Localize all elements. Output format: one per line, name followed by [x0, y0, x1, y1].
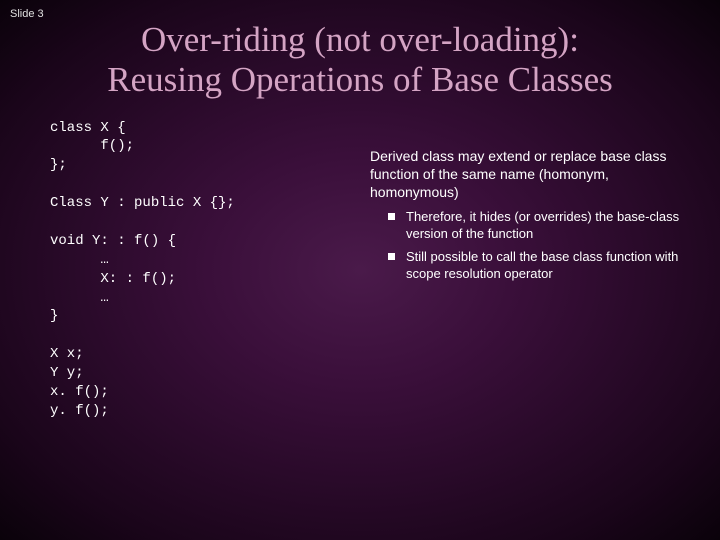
list-item: Therefore, it hides (or overrides) the b… [388, 209, 690, 243]
slide-title: Over-riding (not over-loading): Reusing … [0, 0, 720, 119]
content-area: class X { f(); }; Class Y : public X {};… [0, 119, 720, 421]
list-item: Still possible to call the base class fu… [388, 249, 690, 283]
title-line-2: Reusing Operations of Base Classes [107, 60, 612, 99]
square-bullet-icon [388, 213, 395, 220]
bullet-text: Therefore, it hides (or overrides) the b… [406, 209, 679, 241]
explanation: Derived class may extend or replace base… [370, 119, 690, 421]
square-bullet-icon [388, 253, 395, 260]
title-line-1: Over-riding (not over-loading): [141, 20, 579, 59]
lead-paragraph: Derived class may extend or replace base… [370, 147, 690, 202]
code-block: class X { f(); }; Class Y : public X {};… [50, 119, 350, 421]
bullet-list: Therefore, it hides (or overrides) the b… [370, 209, 690, 283]
slide-number: Slide 3 [10, 8, 44, 20]
bullet-text: Still possible to call the base class fu… [406, 249, 678, 281]
